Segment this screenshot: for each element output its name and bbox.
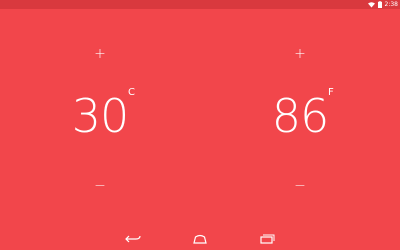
recents-button[interactable]: [257, 232, 277, 246]
converter-screen: 2:38 + 30 C − + 86 F −: [0, 0, 400, 250]
celsius-increment-button[interactable]: +: [90, 44, 110, 64]
celsius-panel: + 30 C −: [0, 40, 200, 200]
status-bar: 2:38: [0, 0, 400, 9]
status-icons: 2:38: [367, 0, 398, 9]
status-time: 2:38: [384, 1, 398, 8]
fahrenheit-panel: + 86 F −: [200, 40, 400, 200]
fahrenheit-unit-label: F: [328, 87, 334, 98]
fahrenheit-value: 86: [271, 89, 330, 143]
wifi-icon: [367, 1, 375, 7]
fahrenheit-decrement-button[interactable]: −: [290, 176, 310, 196]
home-icon: [193, 234, 207, 244]
celsius-decrement-button[interactable]: −: [90, 176, 110, 196]
celsius-unit-label: C: [128, 87, 135, 98]
celsius-value: 30: [71, 89, 130, 143]
battery-icon: [377, 1, 382, 8]
navigation-bar: [0, 228, 400, 250]
recents-icon: [260, 234, 275, 244]
fahrenheit-increment-button[interactable]: +: [290, 44, 310, 64]
home-button[interactable]: [190, 232, 210, 246]
back-icon: [125, 235, 141, 243]
back-button[interactable]: [123, 232, 143, 246]
